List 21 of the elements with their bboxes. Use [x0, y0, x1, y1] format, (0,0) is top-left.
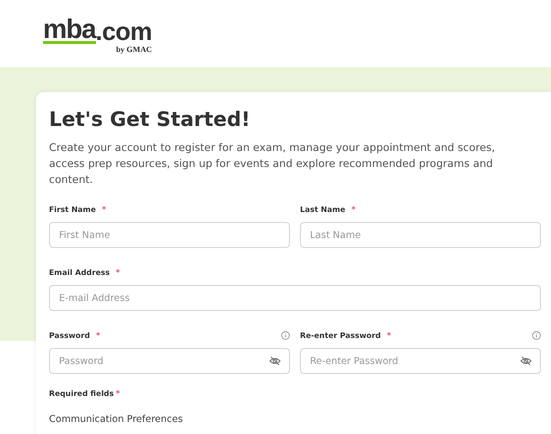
logo-text: mba: [43, 17, 96, 44]
input-field[interactable]: First Name: [49, 222, 290, 248]
intro-text: Create your account to register for an exam, manage your appointment and scores, access prep resources, sign up for events and explore recommended programs and content.: [49, 141, 496, 188]
input-field[interactable]: Password: [49, 348, 290, 374]
logo-tagline: by GMAC: [116, 45, 152, 54]
required-mark: *: [102, 204, 106, 214]
info-icon[interactable]: [281, 330, 290, 340]
logo-suffix: .com: [96, 20, 152, 44]
eye-slash-icon[interactable]: [269, 356, 281, 366]
input-field[interactable]: Last Name: [300, 222, 541, 248]
input-field[interactable]: E-mail Address: [49, 285, 541, 311]
section-heading: Communication Preferences: [49, 414, 183, 425]
required-mark: *: [116, 389, 120, 398]
required-mark: *: [116, 268, 120, 276]
info-icon[interactable]: [532, 330, 541, 340]
required-mark: *: [351, 204, 356, 214]
eye-slash-icon[interactable]: [520, 356, 532, 366]
required-mark: *: [386, 330, 392, 340]
page-title: Let's Get Started!: [49, 106, 250, 132]
required-mark: *: [96, 330, 100, 340]
input-field[interactable]: Re-enter Password: [300, 348, 541, 374]
